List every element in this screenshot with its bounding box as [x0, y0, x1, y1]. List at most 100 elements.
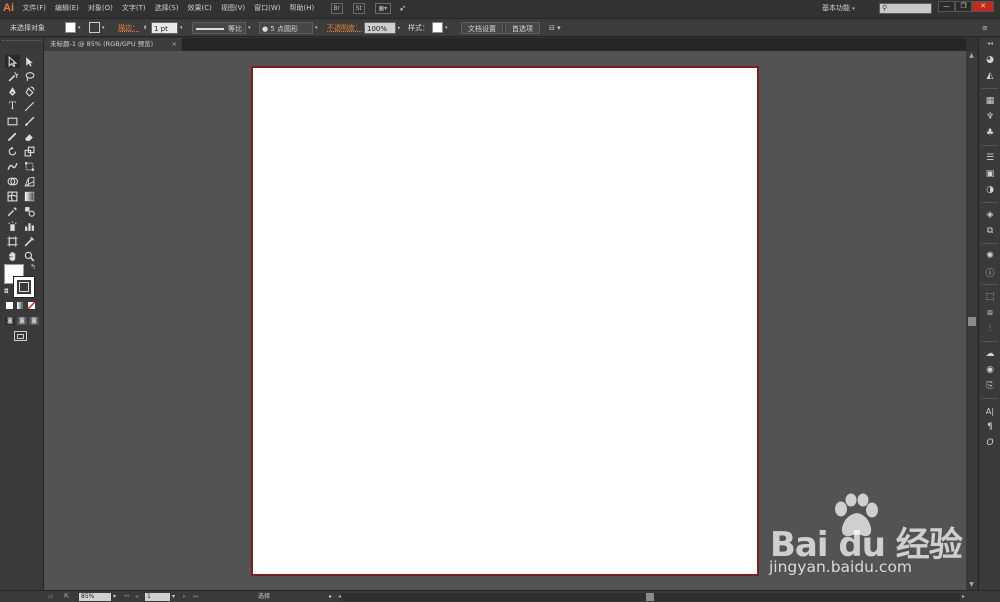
menu-type[interactable]: 文字(T): [117, 0, 150, 17]
opentype-panel-icon[interactable]: O: [983, 437, 997, 449]
stroke-color-swatch[interactable]: [13, 276, 35, 298]
symbols-panel-icon[interactable]: ♣: [983, 127, 997, 139]
stroke-profile-select[interactable]: 等比: [192, 22, 246, 34]
eraser-tool-icon[interactable]: [22, 130, 37, 143]
panel-grip[interactable]: [2, 40, 42, 45]
bridge-icon[interactable]: Br: [330, 3, 343, 14]
menu-file[interactable]: 文件(F): [18, 0, 51, 17]
default-colors-icon[interactable]: ◘: [4, 288, 9, 295]
transform-panel-icon[interactable]: ⬚: [983, 291, 997, 303]
restore-button[interactable]: ❐: [955, 1, 972, 12]
zoom-dropdown[interactable]: ▾: [113, 593, 116, 601]
scroll-right-icon[interactable]: ▸: [962, 593, 965, 601]
curvature-tool-icon[interactable]: [22, 85, 37, 98]
collapse-panels-icon[interactable]: ◂◂: [979, 38, 1000, 50]
perspective-grid-tool-icon[interactable]: [22, 175, 37, 188]
menu-object[interactable]: 对象(O): [83, 0, 117, 17]
artboard-tool-icon[interactable]: [5, 235, 20, 248]
scroll-up-icon[interactable]: ▲: [966, 51, 977, 61]
color-guide-icon[interactable]: ◭: [983, 70, 997, 82]
paintbrush-tool-icon[interactable]: [22, 115, 37, 128]
rotate-tool-icon[interactable]: [5, 145, 20, 158]
vertical-scrollbar[interactable]: ▲ ▼: [966, 51, 977, 590]
horizontal-scrollbar[interactable]: [340, 593, 960, 601]
lasso-tool-icon[interactable]: [22, 70, 37, 83]
stroke-stepper[interactable]: ⬍: [143, 22, 147, 34]
gradient-tool-icon[interactable]: [22, 190, 37, 203]
pen-tool-icon[interactable]: [5, 85, 20, 98]
swap-colors-icon[interactable]: ↰: [30, 263, 36, 271]
vertical-scroll-thumb[interactable]: [968, 317, 976, 326]
share-icon[interactable]: ⇱: [64, 593, 69, 601]
opacity-field[interactable]: 100%: [364, 22, 396, 34]
graphic-styles-icon[interactable]: ◉: [983, 364, 997, 376]
shape-builder-tool-icon[interactable]: [5, 175, 20, 188]
selection-tool-icon[interactable]: [5, 55, 20, 68]
scale-tool-icon[interactable]: [22, 145, 37, 158]
stroke-weight-field[interactable]: 1 pt: [151, 22, 178, 34]
brush-dropdown[interactable]: ▾: [315, 22, 318, 34]
canvas-area[interactable]: [44, 51, 966, 590]
fill-dropdown[interactable]: ▾: [78, 22, 81, 34]
character-panel-icon[interactable]: A|: [983, 405, 997, 417]
color-panel-icon[interactable]: ◕: [983, 54, 997, 66]
zoom-tool-icon[interactable]: [22, 250, 37, 263]
align-panel-icon[interactable]: ⫶: [983, 323, 997, 335]
gradient-mode-icon[interactable]: [17, 302, 24, 309]
zoom-field[interactable]: 85%: [79, 593, 111, 601]
type-tool-icon[interactable]: T: [5, 100, 20, 113]
doc-icon[interactable]: ▭: [48, 593, 54, 601]
fill-swatch[interactable]: [65, 22, 76, 33]
stock-icon[interactable]: St: [352, 3, 365, 14]
screen-mode-icon[interactable]: [14, 331, 27, 341]
artboard[interactable]: [251, 66, 759, 576]
stroke-panel-icon[interactable]: ☰: [983, 152, 997, 164]
close-icon[interactable]: ×: [172, 38, 177, 51]
document-setup-button[interactable]: 文档设置: [461, 22, 503, 34]
artboards-panel-icon[interactable]: ⧉: [983, 225, 997, 237]
menu-select[interactable]: 选择(S): [150, 0, 183, 17]
rectangle-tool-icon[interactable]: [5, 115, 20, 128]
menu-effect[interactable]: 效果(C): [183, 0, 216, 17]
arrange-documents-icon[interactable]: ▦▾: [374, 3, 391, 14]
stroke-profile-dropdown[interactable]: ▾: [248, 22, 251, 34]
draw-inside-icon[interactable]: ◙: [29, 317, 39, 325]
swatches-panel-icon[interactable]: ▦: [983, 95, 997, 107]
brush-select[interactable]: ● 5 点圆形: [259, 22, 313, 34]
rocket-icon[interactable]: ➶: [399, 4, 407, 14]
appearance-panel-icon[interactable]: ✺: [983, 250, 997, 262]
free-transform-tool-icon[interactable]: [22, 160, 37, 173]
last-artboard-icon[interactable]: ⏭: [193, 593, 198, 601]
direct-selection-tool-icon[interactable]: [22, 55, 37, 68]
magic-wand-tool-icon[interactable]: [5, 70, 20, 83]
arrange-icon[interactable]: ⊟ ▾: [549, 22, 561, 34]
stroke-dropdown[interactable]: ▾: [102, 22, 105, 34]
blend-tool-icon[interactable]: [22, 205, 37, 218]
column-graph-tool-icon[interactable]: [22, 220, 37, 233]
transparency-panel-icon[interactable]: ◑: [983, 184, 997, 196]
info-panel-icon[interactable]: ⓘ: [983, 266, 997, 279]
panel-menu-icon[interactable]: ≡: [982, 22, 988, 34]
mesh-tool-icon[interactable]: [5, 190, 20, 203]
menu-view[interactable]: 视图(V): [216, 0, 249, 17]
stroke-swatch[interactable]: [89, 22, 100, 33]
preferences-button[interactable]: 首选项: [505, 22, 540, 34]
first-artboard-icon[interactable]: ⏮: [124, 593, 129, 601]
workspace-switcher[interactable]: 基本功能 ▾: [822, 2, 855, 15]
document-tab[interactable]: 未标题-1 @ 85% (RGB/GPU 预览) ×: [44, 38, 182, 51]
menu-help[interactable]: 帮助(H): [285, 0, 319, 17]
stroke-weight-dropdown[interactable]: ▾: [180, 22, 183, 34]
scroll-down-icon[interactable]: ▼: [966, 580, 977, 590]
opacity-arrow[interactable]: ▸: [398, 22, 401, 34]
eyedropper-tool-icon[interactable]: [5, 205, 20, 218]
layers-panel-icon[interactable]: ◈: [983, 209, 997, 221]
menu-edit[interactable]: 编辑(E): [51, 0, 84, 17]
opacity-label[interactable]: 不透明度：: [327, 22, 362, 34]
color-mode-icon[interactable]: [6, 302, 13, 309]
artboard-field[interactable]: 1: [145, 593, 170, 601]
next-artboard-icon[interactable]: ▸: [183, 593, 186, 601]
symbol-sprayer-tool-icon[interactable]: [5, 220, 20, 233]
stroke-label[interactable]: 描边：: [118, 22, 139, 34]
brushes-panel-icon[interactable]: ♆: [983, 111, 997, 123]
scroll-left-icon[interactable]: ◂: [338, 593, 341, 601]
